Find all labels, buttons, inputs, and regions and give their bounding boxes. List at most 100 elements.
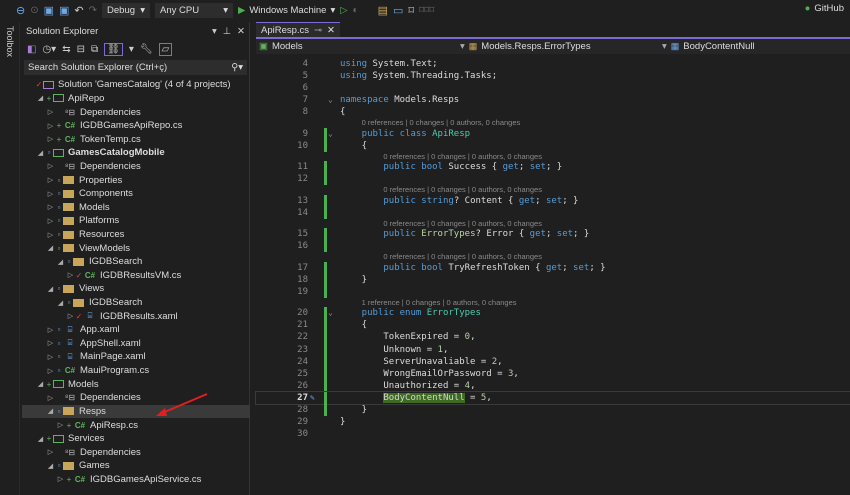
expand-arrow-icon[interactable]: ▷ — [46, 122, 55, 130]
code-line[interactable]: 27 ✎ BodyContentNull = 5, — [255, 390, 850, 406]
tree-item[interactable]: ▷ ⁸⊟ Dependencies — [22, 160, 250, 174]
tree-item[interactable]: ▷ ⁸⊟ Dependencies — [22, 105, 250, 119]
tree-item[interactable]: ▷ ▫ Components — [22, 187, 250, 201]
save-all-icon[interactable]: ▣ — [59, 4, 69, 17]
expand-arrow-icon[interactable]: ▷ — [46, 217, 55, 225]
navigate-forward-icon[interactable]: ⊙ — [30, 5, 38, 16]
expand-arrow-icon[interactable]: ▷ — [66, 271, 75, 279]
tree-item[interactable]: ▷ ⁸⊟ Dependencies — [22, 391, 250, 405]
code-line[interactable]: 22 TokenExpired = 0, — [256, 331, 850, 344]
github-copilot-button[interactable]: ● GitHub — [805, 3, 844, 14]
tree-item[interactable]: ▷ ▫ ⌸ App.xaml — [22, 323, 250, 337]
expand-arrow-icon[interactable]: ▷ — [46, 231, 55, 239]
collapse-arrow-icon[interactable]: ◢ — [36, 380, 45, 388]
codelens[interactable]: 0 references | 0 changes | 0 authors, 0 … — [256, 252, 850, 261]
collapse-arrow-icon[interactable]: ◢ — [56, 258, 65, 266]
platform-select[interactable]: Any CPU ▾ — [155, 2, 234, 18]
code-line[interactable]: 26 Unauthorized = 4, — [256, 379, 850, 392]
code-area[interactable]: 4 using System.Text; 5 using System.Threadi… — [255, 58, 850, 440]
tree-item[interactable]: ◢ ▫ Views — [22, 282, 250, 296]
code-line[interactable]: 7 ⌄ namespace Models.Resps — [256, 94, 850, 106]
codelens[interactable]: 0 references | 0 changes | 0 authors, 0 … — [256, 219, 850, 228]
code-line[interactable]: 15 public ErrorTypes? Error { get; set; } — [256, 228, 850, 241]
collapse-arrow-icon[interactable]: ◢ — [46, 285, 55, 293]
code-line[interactable]: 12 — [256, 173, 850, 186]
tree-item[interactable]: ▷ ▫ Properties — [22, 173, 250, 187]
tree-item[interactable]: ▷ ▫ ⌸ AppShell.xaml — [22, 337, 250, 351]
code-line[interactable]: 21 { — [256, 319, 850, 332]
toolbox-tab[interactable]: Toolbox — [0, 22, 20, 495]
code-line[interactable]: 29} — [256, 416, 850, 428]
tree-item[interactable]: ◢ ▫ Resps — [22, 404, 250, 419]
bookmark-prev-icon[interactable]: ⌑⌑⌑ — [419, 5, 434, 16]
fold-chevron-icon[interactable]: ⌄ — [328, 128, 333, 140]
filter-icon[interactable]: ⏥ — [158, 42, 173, 56]
expand-arrow-icon[interactable]: ▷ — [46, 162, 55, 170]
start-without-debugging-icon[interactable]: ▷ — [340, 5, 347, 16]
quick-actions-icon[interactable]: ✎ — [310, 392, 315, 404]
collapse-arrow-icon[interactable]: ◢ — [36, 435, 45, 443]
expand-arrow-icon[interactable]: ▷ — [66, 312, 75, 320]
code-line[interactable]: 11 public bool Success { get; set; } — [256, 161, 850, 174]
code-line[interactable]: 5 using System.Threading.Tasks; — [256, 70, 850, 82]
tree-item[interactable]: ▷ ▫ Platforms — [22, 214, 250, 228]
tree-item[interactable]: ▷ + C# IGDBGamesApiRepo.cs — [22, 119, 250, 133]
codelens[interactable]: 1 reference | 0 changes | 0 authors, 0 c… — [256, 298, 850, 307]
collapse-arrow-icon[interactable]: ◢ — [56, 299, 65, 307]
expand-arrow-icon[interactable]: ▷ — [46, 448, 55, 456]
expand-arrow-icon[interactable]: ▷ — [46, 190, 55, 198]
tree-item[interactable]: ▷ ✓ C# IGDBResultsVM.cs — [22, 269, 250, 283]
tree-item[interactable]: ◢ + ApiRepo — [22, 92, 250, 106]
code-line[interactable]: 18} — [256, 273, 850, 286]
redo-icon[interactable]: ↷ — [89, 5, 97, 16]
collapse-all-icon[interactable]: ⊟ — [77, 44, 85, 55]
expand-arrow-icon[interactable]: ▷ — [46, 394, 55, 402]
fold-chevron-icon[interactable]: ⌄ — [328, 307, 333, 319]
pin-icon[interactable]: ⊸ — [314, 25, 322, 36]
code-line[interactable]: 9 ⌄ public class ApiResp — [256, 127, 850, 140]
dropdown-icon[interactable]: ▾ — [212, 26, 217, 37]
code-line[interactable]: 17 public bool TryRefreshToken { get; set… — [256, 261, 850, 274]
folder-search-icon[interactable]: ▤ — [378, 4, 388, 17]
code-line[interactable]: 24 ServerUnavaliable = 2, — [256, 355, 850, 368]
search-icon[interactable]: ⚲▾ — [231, 62, 243, 73]
tree-item[interactable]: ▷ ▫ C# MauiProgram.cs — [22, 364, 250, 378]
code-line[interactable]: 30 — [256, 428, 850, 440]
tree-item[interactable]: ◢ ▫ ViewModels — [22, 241, 250, 255]
preview-selected-icon[interactable]: ⛓ — [104, 42, 123, 56]
tree-item[interactable]: ◢ + Services — [22, 432, 250, 446]
window-layout-icon[interactable]: ▭ — [393, 4, 403, 17]
tree-item[interactable]: ▷ + C# ApiResp.cs — [22, 418, 250, 432]
code-line[interactable]: 10 { — [256, 139, 850, 152]
solution-explorer-search[interactable]: Search Solution Explorer (Ctrl+ç) ⚲▾ — [24, 60, 247, 75]
expand-arrow-icon[interactable]: ▷ — [46, 367, 55, 375]
navigate-back-icon[interactable]: ⊖ — [16, 4, 25, 17]
close-tab-icon[interactable]: ✕ — [327, 25, 335, 36]
collapse-arrow-icon[interactable]: ◢ — [46, 244, 55, 252]
show-all-files-icon[interactable]: ⧉ — [91, 44, 98, 55]
project-dropdown[interactable]: ▣ Models — [259, 41, 303, 52]
save-icon[interactable]: ▣ — [44, 4, 54, 17]
tree-item[interactable]: ▷ ▫ ⌸ MainPage.xaml — [22, 350, 250, 364]
tree-item[interactable]: ▷ + C# TokenTemp.cs — [22, 132, 250, 146]
run-button[interactable]: ▶ Windows Machine ▾ — [238, 5, 335, 16]
tree-item[interactable]: ◢ ▫ GamesCatalogMobile — [22, 146, 250, 160]
collapse-arrow-icon[interactable]: ◢ — [36, 149, 45, 157]
code-line[interactable]: 6 — [256, 82, 850, 94]
tree-item[interactable]: ▷ ✓ ⌸ IGDBResults.xaml — [22, 309, 250, 323]
bookmark-icon[interactable]: ⌑ — [408, 4, 414, 17]
sync-icon[interactable]: ⇆ — [62, 44, 70, 55]
tree-item[interactable]: ▷ + C# IGDBGamesApiService.cs — [22, 473, 250, 487]
collapse-arrow-icon[interactable]: ◢ — [36, 94, 45, 102]
switch-views-icon[interactable]: ◧ — [27, 44, 36, 55]
code-line[interactable]: 4 using System.Text; — [256, 58, 850, 70]
expand-arrow-icon[interactable]: ▷ — [46, 108, 55, 116]
tree-item[interactable]: ◢ ▫ IGDBSearch — [22, 296, 250, 310]
tree-item[interactable]: ✓ Solution 'GamesCatalog' (4 of 4 project… — [22, 78, 250, 92]
pending-changes-icon[interactable]: ◷▾ — [42, 44, 56, 55]
tree-item[interactable]: ▷ ⁸⊟ Dependencies — [22, 445, 250, 459]
expand-arrow-icon[interactable]: ▷ — [46, 339, 55, 347]
expand-arrow-icon[interactable]: ▷ — [56, 475, 65, 483]
tree-item[interactable]: ▷ ▫ Resources — [22, 228, 250, 242]
pin-icon[interactable]: ⊥ — [223, 26, 231, 37]
